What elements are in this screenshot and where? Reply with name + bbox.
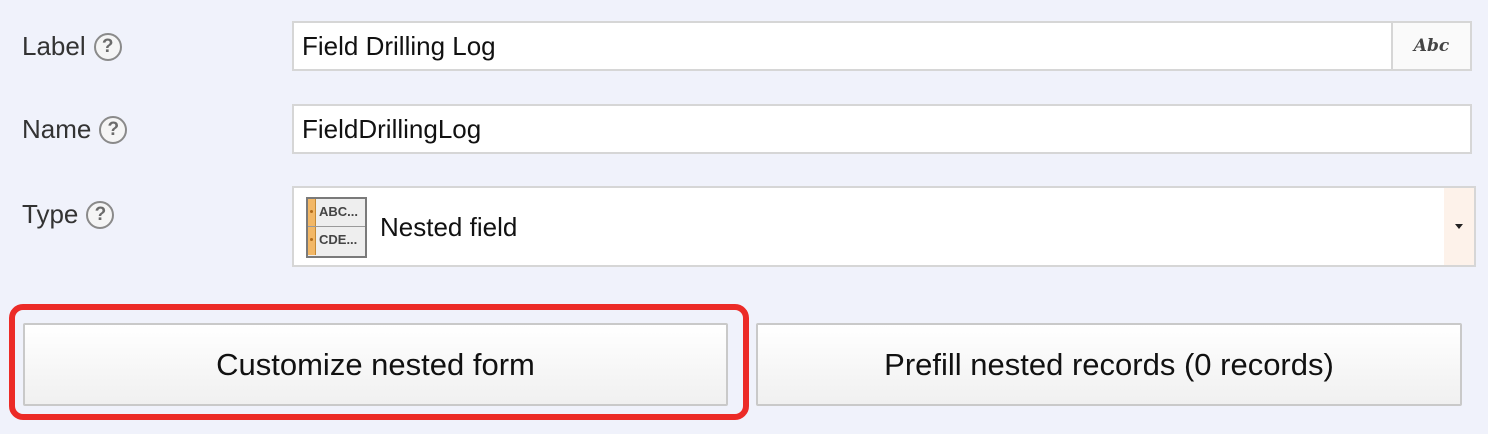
name-input-value: FieldDrillingLog <box>302 113 482 144</box>
help-icon[interactable]: ? <box>99 115 128 144</box>
help-icon[interactable]: ? <box>86 200 115 229</box>
help-icon[interactable]: ? <box>93 32 122 61</box>
text-format-button[interactable]: Abc <box>1392 21 1472 71</box>
type-caption: Type <box>22 199 79 229</box>
label-caption: Label <box>22 31 86 61</box>
name-row: Name ? FieldDrillingLog <box>0 104 1488 154</box>
label-caption-wrap: Label ? <box>22 31 122 62</box>
label-row: Label ? Field Drilling Log Abc <box>0 21 1488 71</box>
type-select-value: Nested field <box>380 212 518 242</box>
dropdown-caret-icon[interactable] <box>1444 188 1474 265</box>
nested-field-icon-text: ABC... <box>319 204 358 219</box>
label-input[interactable]: Field Drilling Log <box>292 21 1393 71</box>
nested-field-icon: ABC... CDE... <box>306 197 367 258</box>
prefill-nested-records-button[interactable]: Prefill nested records (0 records) <box>756 323 1462 406</box>
nested-field-icon-row: CDE... <box>308 227 365 255</box>
name-caption-wrap: Name ? <box>22 114 128 145</box>
nested-field-icon-text: CDE... <box>319 232 358 247</box>
label-input-value: Field Drilling Log <box>302 30 496 61</box>
type-select[interactable]: ABC... CDE... Nested field <box>292 186 1476 267</box>
type-caption-wrap: Type ? <box>22 199 115 230</box>
highlight-annotation <box>9 304 749 420</box>
name-caption: Name <box>22 114 92 144</box>
nested-field-icon-row: ABC... <box>308 199 365 227</box>
name-input[interactable]: FieldDrillingLog <box>292 104 1472 154</box>
